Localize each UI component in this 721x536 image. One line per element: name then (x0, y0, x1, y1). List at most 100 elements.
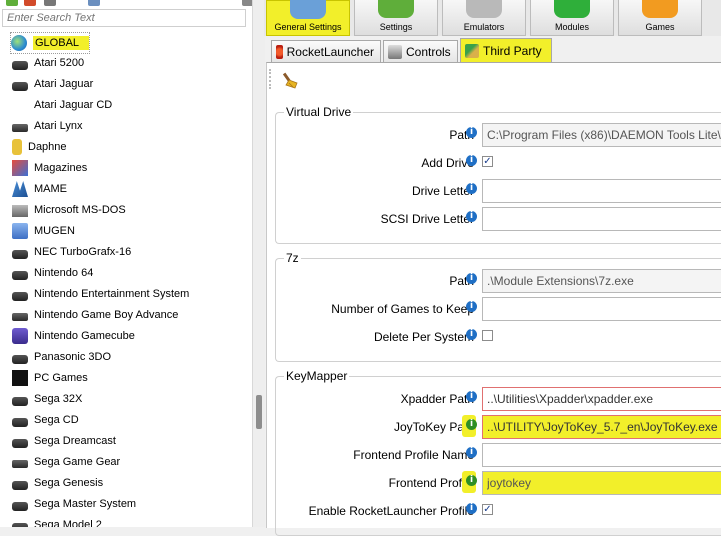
setting-field[interactable] (482, 415, 721, 439)
settings-icon[interactable] (242, 0, 252, 6)
system-item[interactable]: Sega Master System (12, 494, 136, 514)
info-icon[interactable]: i (466, 301, 477, 312)
system-item[interactable]: GLOBAL (10, 32, 91, 54)
system-item[interactable]: Atari 5200 (12, 53, 84, 73)
content-toolbar (267, 63, 721, 95)
main-tab[interactable]: Games (618, 0, 702, 36)
broom-icon[interactable] (283, 71, 301, 89)
group-title: Virtual Drive (284, 105, 354, 119)
remove-icon[interactable] (44, 0, 56, 6)
sub-tab[interactable]: RocketLauncher (271, 40, 381, 62)
setting-field[interactable] (482, 297, 721, 321)
system-item[interactable]: Atari Lynx (12, 116, 83, 136)
system-label: Sega 32X (34, 393, 83, 405)
setting-row: Path i (276, 123, 721, 147)
system-label: Nintendo Entertainment System (34, 288, 190, 300)
group-title: 7z (284, 251, 301, 265)
main-tab[interactable]: Modules (530, 0, 614, 36)
rocket-icon (276, 44, 283, 59)
system-label: Sega Model 2 (34, 519, 102, 527)
third-party-settings: Virtual DrivePathiAdd Drivei✓Drive Lette… (266, 62, 721, 536)
console-icon (12, 354, 28, 364)
info-icon[interactable]: i (466, 155, 477, 166)
settings-group: Virtual DrivePathiAdd Drivei✓Drive Lette… (275, 105, 721, 244)
system-item[interactable]: Microsoft MS-DOS (12, 200, 126, 220)
system-item[interactable]: Nintendo Entertainment System (12, 284, 189, 304)
main-tab[interactable]: Emulators (442, 0, 526, 36)
main-tab-label: Settings (379, 22, 413, 32)
info-icon[interactable]: i (466, 391, 477, 402)
add-icon[interactable] (6, 0, 18, 6)
daphne-icon (12, 139, 22, 155)
info-icon[interactable]: i (466, 183, 477, 194)
system-item[interactable]: MUGEN (12, 221, 75, 241)
system-item[interactable]: Sega Dreamcast (12, 431, 116, 451)
setting-row: Enable RocketLauncher Profile i ✓ (276, 499, 721, 523)
system-label: Sega Master System (34, 498, 137, 510)
info-icon[interactable]: i (466, 127, 477, 138)
system-item[interactable]: Panasonic 3DO (12, 347, 111, 367)
sub-tab[interactable]: Third Party (460, 38, 552, 63)
system-label: Magazines (34, 162, 88, 174)
system-label: Atari Jaguar CD (34, 99, 113, 111)
setting-field[interactable] (482, 179, 721, 203)
system-item[interactable]: Nintendo Gamecube (12, 326, 135, 346)
setting-field[interactable] (482, 123, 721, 147)
system-item[interactable]: Sega 32X (12, 389, 82, 409)
setting-label: SCSI Drive Letter (380, 212, 474, 226)
main-tab-label: General Settings (274, 22, 342, 32)
setting-field[interactable] (482, 443, 721, 467)
system-item[interactable]: Atari Jaguar (12, 74, 93, 94)
setting-field[interactable] (482, 471, 721, 495)
system-item[interactable]: Sega Model 2 (12, 515, 102, 527)
setting-label: Xpadder Path (400, 392, 474, 406)
main-tab-label: Modules (554, 22, 590, 32)
edit-icon[interactable] (24, 0, 36, 6)
setting-checkbox[interactable]: ✓ (482, 156, 493, 167)
system-item[interactable]: MAME (12, 179, 67, 199)
system-item[interactable]: Magazines (12, 158, 87, 178)
info-icon[interactable]: i (466, 503, 477, 514)
setting-row: Add Drive i ✓ (276, 151, 721, 175)
setting-checkbox[interactable] (482, 330, 493, 341)
info-icon[interactable]: i (466, 211, 477, 222)
system-item[interactable]: Sega CD (12, 410, 79, 430)
setting-row: Delete Per System i (276, 325, 721, 349)
setting-row: JoyToKey Path i (276, 415, 721, 439)
system-item[interactable]: Sega Genesis (12, 473, 103, 493)
handheld-icon (12, 313, 28, 321)
system-item[interactable]: Daphne (12, 137, 67, 157)
system-label: MAME (34, 183, 67, 195)
sub-tab-label: Third Party (483, 44, 542, 58)
system-label: Atari 5200 (34, 57, 85, 69)
refresh-icon[interactable] (88, 0, 100, 6)
system-item[interactable]: Sega Game Gear (12, 452, 120, 472)
system-item[interactable]: Atari Jaguar CD (12, 95, 112, 115)
search-input[interactable] (2, 9, 246, 27)
main-tab-bar: General Settings Settings Emulators Modules… (264, 0, 721, 36)
sub-tab[interactable]: Controls (383, 40, 458, 62)
setting-row: Xpadder Path i (276, 387, 721, 411)
main-tab[interactable]: General Settings (266, 0, 350, 36)
system-label: NEC TurboGrafx-16 (34, 246, 132, 258)
toolbar-grip (269, 69, 273, 89)
main-tab[interactable]: Settings (354, 0, 438, 36)
main-tab-label: Games (645, 22, 675, 32)
panel-splitter[interactable] (252, 0, 265, 527)
info-icon[interactable]: i (466, 419, 477, 430)
setting-checkbox[interactable]: ✓ (482, 504, 493, 515)
setting-field[interactable] (482, 207, 721, 231)
system-item[interactable]: NEC TurboGrafx-16 (12, 242, 131, 262)
setting-field[interactable] (482, 269, 721, 293)
console-icon (12, 417, 28, 427)
info-icon[interactable]: i (466, 329, 477, 340)
mugen-icon (12, 223, 28, 239)
info-icon[interactable]: i (466, 475, 477, 486)
info-icon[interactable]: i (466, 273, 477, 284)
info-icon[interactable]: i (466, 447, 477, 458)
system-item[interactable]: PC Games (12, 368, 88, 388)
setting-field[interactable] (482, 387, 721, 411)
system-item[interactable]: Nintendo Game Boy Advance (12, 305, 178, 325)
splitter-handle[interactable] (256, 395, 262, 429)
system-item[interactable]: Nintendo 64 (12, 263, 93, 283)
